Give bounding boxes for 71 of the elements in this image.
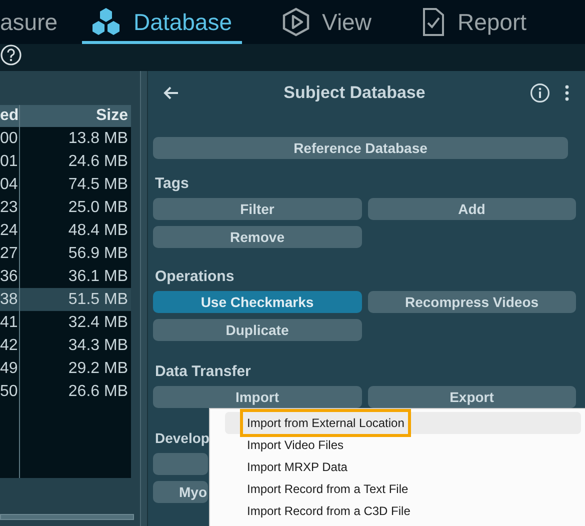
action-button[interactable]: Reference Database xyxy=(153,137,568,159)
table-cell: 49 xyxy=(0,360,18,378)
more-options-icon[interactable] xyxy=(564,84,570,102)
table-cell: 23 xyxy=(0,198,18,216)
table-cell: 24.6 MB xyxy=(68,152,128,170)
menu-item[interactable]: Import Record from a Text File xyxy=(225,478,581,500)
play-icon xyxy=(282,7,310,37)
table-row[interactable]: 23 25.0 MB xyxy=(0,196,131,219)
table-row[interactable]: 04 74.5 MB xyxy=(0,173,131,196)
section-heading: Data Transfer xyxy=(155,363,251,382)
table-row[interactable]: 01 24.6 MB xyxy=(0,150,131,173)
table-row[interactable]: 38 51.5 MB xyxy=(0,288,131,311)
table-row[interactable]: 00 13.8 MB xyxy=(0,127,131,150)
section-heading: Tags xyxy=(155,175,189,194)
nav-tab[interactable]: asure xyxy=(0,0,58,44)
action-button[interactable]: Myo xyxy=(153,481,208,503)
table-row[interactable]: 36 36.1 MB xyxy=(0,265,131,288)
nav-tab[interactable]: View xyxy=(282,0,372,44)
menu-item[interactable]: Import MRXP Data xyxy=(225,456,581,478)
table-cell: 29.2 MB xyxy=(68,360,128,376)
action-button[interactable]: Filter xyxy=(153,198,362,220)
table-cell: 51.5 MB xyxy=(68,290,128,308)
table-cell: 74.5 MB xyxy=(68,176,128,192)
table-cell: 34.3 MB xyxy=(68,336,128,354)
scrollbar[interactable] xyxy=(0,514,134,520)
table-row[interactable]: 24 48.4 MB xyxy=(0,219,131,242)
table-cell: 24 xyxy=(0,222,18,240)
table-row[interactable]: 27 56.9 MB xyxy=(0,242,131,265)
table-cell: 36 xyxy=(0,268,18,286)
action-button[interactable]: Remove xyxy=(153,226,362,248)
table-cell: 32.4 MB xyxy=(68,314,128,330)
nav-tab[interactable]: Report xyxy=(421,0,526,44)
table-cell: 01 xyxy=(0,152,18,170)
panel-title: Subject Database xyxy=(282,83,426,103)
clipboard-check-icon xyxy=(421,7,446,37)
section-heading: Operations xyxy=(155,268,234,287)
nav-tab[interactable]: Database xyxy=(82,0,242,44)
table-row[interactable]: 41 32.4 MB xyxy=(0,311,131,334)
hexagons-icon xyxy=(90,7,122,37)
table-cell: 04 xyxy=(0,176,18,194)
action-button[interactable]: Add xyxy=(368,198,576,220)
back-arrow-icon[interactable] xyxy=(163,86,179,100)
menu-item[interactable]: Import Record from a C3D File xyxy=(225,500,581,522)
table-cell: 56.9 MB xyxy=(68,244,128,262)
section-heading: Develop xyxy=(155,430,210,448)
table-cell: 25.0 MB xyxy=(68,198,128,216)
table-row[interactable]: 42 34.3 MB xyxy=(0,334,131,357)
table-cell: 00 xyxy=(0,130,18,148)
table-cell: 50 xyxy=(0,382,18,400)
table-cell: 38 xyxy=(0,290,18,308)
help-icon[interactable] xyxy=(0,44,22,66)
action-button[interactable]: Use Checkmarks xyxy=(153,291,362,313)
column-header[interactable]: ed xyxy=(0,107,19,125)
table-cell: 48.4 MB xyxy=(68,222,128,238)
info-icon[interactable] xyxy=(530,83,550,103)
table-cell: 41 xyxy=(0,314,18,332)
action-button[interactable]: Import xyxy=(153,386,362,408)
table-row[interactable]: 49 29.2 MB xyxy=(0,357,131,380)
table-cell: 42 xyxy=(0,336,18,354)
action-button[interactable]: Recompress Videos xyxy=(368,291,576,313)
table-cell: 26.6 MB xyxy=(68,382,128,400)
action-button[interactable]: Duplicate xyxy=(153,319,362,341)
menu-item[interactable]: Import Video Files xyxy=(225,434,581,456)
action-button[interactable]: Export xyxy=(368,386,576,408)
table-cell: 36.1 MB xyxy=(68,268,128,284)
splitter-handle[interactable] xyxy=(140,71,148,526)
menu-item[interactable]: Import from External Location xyxy=(225,412,581,434)
table-cell: 13.8 MB xyxy=(68,130,128,146)
column-header[interactable]: Size xyxy=(96,107,128,124)
table-cell: 27 xyxy=(0,244,18,262)
table-row[interactable]: 50 26.6 MB xyxy=(0,380,131,403)
